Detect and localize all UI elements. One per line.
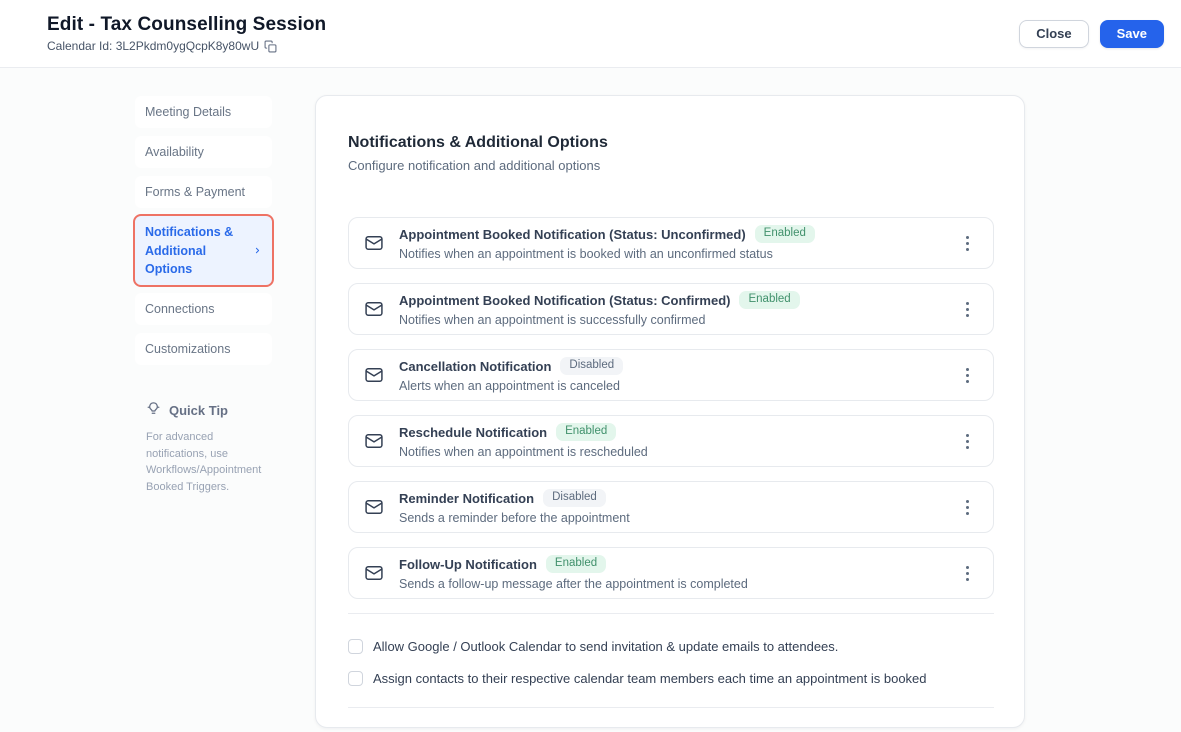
sidebar-item[interactable]: Forms & Payment [135, 176, 272, 209]
checkbox-label: Assign contacts to their respective cale… [373, 671, 927, 686]
sidebar-item-label: Forms & Payment [145, 185, 246, 200]
status-badge: Enabled [739, 291, 800, 309]
chevron-right-icon [253, 242, 262, 260]
notification-content: Appointment Booked Notification (Status:… [399, 291, 945, 327]
sidebar-item[interactable]: Meeting Details [135, 96, 272, 129]
notification-title: Follow-Up Notification [399, 556, 537, 572]
notification-content: Appointment Booked Notification (Status:… [399, 225, 945, 261]
status-badge: Enabled [754, 225, 815, 243]
notification-description: Notifies when an appointment is booked w… [399, 246, 773, 261]
option-checkbox-row[interactable]: Assign contacts to their respective cale… [348, 671, 994, 686]
panel-subtitle: Configure notification and additional op… [348, 158, 601, 173]
mail-icon [364, 563, 384, 583]
notification-card: Reschedule Notification Enabled Notifies… [348, 415, 994, 467]
notification-card-list: Appointment Booked Notification (Status:… [348, 217, 994, 599]
kebab-menu-icon[interactable] [960, 362, 975, 388]
close-button[interactable]: Close [1019, 19, 1089, 48]
notification-content: Follow-Up Notification Enabled Sends a f… [399, 555, 945, 591]
sidebar-item-label: Availability [145, 145, 204, 160]
page-title: Edit - Tax Counselling Session [47, 14, 327, 35]
quick-tip: Quick Tip For advanced notifications, us… [135, 401, 272, 495]
header-bar: Edit - Tax Counselling Session Calendar … [0, 0, 1181, 68]
notification-description: Notifies when an appointment is successf… [399, 312, 706, 327]
settings-sidebar: Meeting Details Availability Forms & Pay… [133, 96, 274, 495]
kebab-menu-icon[interactable] [960, 494, 975, 520]
notification-title: Appointment Booked Notification (Status:… [399, 226, 746, 242]
notification-description: Sends a follow-up message after the appo… [399, 576, 748, 591]
mail-icon [364, 497, 384, 517]
panel-title: Notifications & Additional Options [348, 134, 608, 151]
sidebar-item[interactable]: Notifications & Additional Options [133, 214, 274, 287]
mail-icon [364, 299, 384, 319]
notification-card: Reminder Notification Disabled Sends a r… [348, 481, 994, 533]
notification-description: Notifies when an appointment is reschedu… [399, 444, 648, 459]
status-badge: Disabled [560, 357, 624, 375]
status-badge: Enabled [545, 555, 607, 573]
calendar-id-text: Calendar Id: 3L2Pkdm0ygQcpK8y80wU [47, 39, 260, 53]
status-badge: Disabled [543, 489, 606, 507]
quick-tip-header: Quick Tip [146, 401, 272, 419]
sidebar-item-label: Notifications & Additional Options [145, 225, 234, 276]
checkbox[interactable] [348, 671, 363, 686]
kebab-menu-icon[interactable] [960, 560, 975, 586]
save-button[interactable]: Save [1099, 19, 1164, 48]
sidebar-item-label: Meeting Details [145, 105, 232, 119]
notification-description: Alerts when an appointment is canceled [399, 378, 620, 393]
mail-icon [364, 431, 384, 451]
notification-description: Sends a reminder before the appointment [399, 510, 630, 525]
copy-icon[interactable] [264, 40, 277, 53]
notification-content: Cancellation Notification Disabled Alert… [399, 357, 945, 393]
kebab-menu-icon[interactable] [960, 428, 975, 454]
section-divider [348, 613, 994, 614]
mail-icon [364, 233, 384, 253]
kebab-menu-icon[interactable] [960, 230, 975, 256]
quick-tip-body: For advanced notifications, use Workflow… [146, 431, 262, 493]
sidebar-item[interactable]: Customizations [135, 332, 272, 365]
lightbulb-icon [146, 401, 161, 419]
sidebar-item[interactable]: Connections [135, 292, 272, 325]
notification-card: Appointment Booked Notification (Status:… [348, 283, 994, 335]
notification-title: Reschedule Notification [399, 424, 548, 440]
mail-icon [364, 365, 384, 385]
notification-title: Appointment Booked Notification (Status:… [399, 292, 731, 308]
option-checkbox-row[interactable]: Allow Google / Outlook Calendar to send … [348, 639, 994, 654]
checkbox[interactable] [348, 639, 363, 654]
notification-card: Cancellation Notification Disabled Alert… [348, 349, 994, 401]
sidebar-item[interactable]: Availability [135, 136, 272, 169]
sidebar-item-label: Connections [145, 301, 215, 316]
notification-card: Appointment Booked Notification (Status:… [348, 217, 994, 269]
header-actions: Close Save [1019, 19, 1164, 48]
checkbox-label: Allow Google / Outlook Calendar to send … [373, 639, 839, 654]
notification-title: Reminder Notification [399, 490, 535, 506]
section-divider [348, 707, 994, 708]
notification-title: Cancellation Notification [399, 358, 552, 374]
notifications-panel: Notifications & Additional Options Confi… [315, 95, 1025, 728]
kebab-menu-icon[interactable] [960, 296, 975, 322]
notification-content: Reschedule Notification Enabled Notifies… [399, 423, 945, 459]
notification-content: Reminder Notification Disabled Sends a r… [399, 489, 945, 525]
calendar-id: Calendar Id: 3L2Pkdm0ygQcpK8y80wU [47, 39, 326, 53]
quick-tip-title: Quick Tip [169, 402, 228, 418]
header-title-block: Edit - Tax Counselling Session Calendar … [47, 14, 326, 53]
sidebar-item-label: Customizations [145, 341, 231, 356]
status-badge: Enabled [556, 423, 617, 441]
notification-card: Follow-Up Notification Enabled Sends a f… [348, 547, 994, 599]
